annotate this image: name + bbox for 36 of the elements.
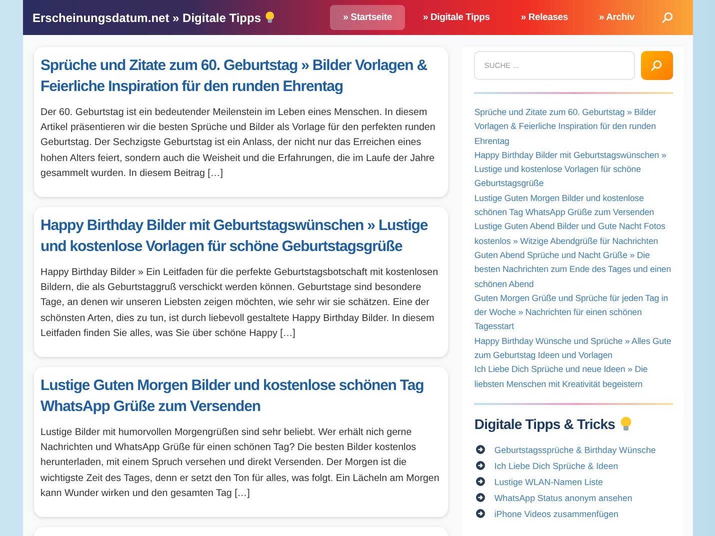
recent-post-link[interactable]: Guten Abend Sprüche und Nacht Grüße » Die besten Nachrichten zum Ende des Tages und einen schönen Abend — [474, 248, 672, 291]
arrow-circle-icon — [476, 477, 486, 486]
post-title[interactable]: Lustige Guten Morgen Bilder und kostenlose schönen Tag WhatsApp Grüße zum Versenden — [40, 375, 442, 418]
nav-link[interactable]: » Startseite — [330, 5, 405, 30]
search-icon — [662, 12, 672, 23]
arrow-circle-icon — [476, 461, 486, 470]
post-excerpt: Lustige Bilder mit humorvollen Morgengrüßen sind sehr beliebt. Wer erhält nich gerne Nachrichten und WhatsApp Grüße für einen schönen Tag? Die besten Bilder kostenlos herunterladen, mit einem Spruch versehen und direkt Versenden. Der Morgen ist die wichtigste Zeit des Tages, denn er setzt den Ton für alles, was folgt. Ein Lächeln am Morgen kann Wunder wirken und den gesamten Tag […] — [40, 426, 440, 501]
nav-link[interactable]: » Digitale Tipps — [410, 5, 503, 30]
search-button[interactable] — [640, 51, 672, 80]
post-excerpt: Happy Birthday Bilder » Ein Leitfaden für die perfekte Geburtstagsbotschaft mit kostenlosen Bildern, die als Geburtstaggruß verschickt werden können. Geburtstage sind besondere Tage, an denen wir unseren Liebsten zeigen möchten, wie sehr wir sie schätzen. Eine der schönsten Arten, dies zu tun, ist durch liebevoll gestaltete Happy Birthday Bilder. In diesem Leitfaden finden Sie alles, was Sie über schöne Happy […] — [40, 266, 440, 341]
recent-post-link[interactable]: Happy Birthday Bilder mit Geburtstagswünschen » Lustige und kostenlose Vorlagen für schöne Geburtstagsgrüße — [474, 148, 672, 191]
post-title[interactable]: Happy Birthday Bilder mit Geburtstagswünschen » Lustige und kostenlose Vorlagen für schöne Geburtstagsgrüße — [40, 215, 442, 258]
arrow-circle-icon — [476, 445, 486, 454]
lightbulb-icon — [265, 11, 275, 24]
search-icon — [651, 60, 662, 71]
tip-link[interactable]: Geburtstagssprüche & Birthday Wünsche — [494, 444, 656, 455]
tip-link[interactable]: iPhone Videos zusammenfügen — [494, 508, 618, 519]
nav-link[interactable]: » Releases — [508, 5, 581, 30]
recent-post-link[interactable]: Ich Liebe Dich Sprüche und neue Ideen » Die liebsten Menschen mit Kreativität begeistern — [474, 362, 672, 391]
post-excerpt: Der 60. Geburtstag ist ein bedeutender Meilenstein im Leben eines Menschen. In diesem Artikel präsentieren wir die besten Sprüche und Bilder als Vorlage für den perfekten runden Geburtstag. Der Sechzigste Geburtstag ist ein Anlass, der nicht nur das Erreichen eines hohen Alters feiert, sondern auch die Weisheit und die Erfahrungen, die im Laufe der Jahre gesammelt wurden. In diesem Beitrag […] — [40, 106, 436, 181]
recent-post-link[interactable]: Happy Birthday Wünsche und Sprüche » Alles Gute zum Geburtstag Ideen und Vorlagen — [474, 334, 672, 362]
recent-post-link[interactable]: Lustige Guten Morgen Bilder und kostenlose schönen Tag WhatsApp Grüße zum Versenden — [474, 190, 672, 220]
arrow-circle-icon — [476, 509, 486, 518]
post-title[interactable]: Sprüche und Zitate zum 60. Geburtstag » Bilder Vorlagen & Feierliche Inspiration für den runden Ehrentag — [40, 55, 442, 97]
tip-link[interactable]: Ich Liebe Dich Sprüche & Ideen — [494, 460, 618, 471]
recent-post-link[interactable]: Guten Morgen Grüße und Sprüche für jeden Tag in der Woche » Nachrichten für einen schönen Tagesstart — [474, 290, 672, 334]
search-button[interactable] — [662, 12, 672, 23]
recent-post-link[interactable]: Sprüche und Zitate zum 60. Geburtstag » Bilder Vorlagen & Feierliche Inspiration für den runden Ehrentag — [474, 105, 672, 148]
arrow-circle-icon — [476, 493, 486, 502]
widget-title: Digitale Tipps & Tricks — [474, 416, 616, 432]
tip-link[interactable]: WhatsApp Status anonym ansehen — [494, 492, 632, 503]
nav-link[interactable]: » Archiv — [586, 5, 648, 30]
tip-link[interactable]: Lustige WLAN-Namen Liste — [494, 476, 603, 487]
site-title[interactable]: Erscheinungsdatum.net » Digitale Tipps — [32, 10, 261, 24]
recent-post-link[interactable]: Lustige Guten Abend Bilder und Gute Nacht Fotos kostenlos » Witzige Abendgrüße für Nachrichten — [474, 219, 672, 248]
lightbulb-icon — [620, 416, 632, 432]
